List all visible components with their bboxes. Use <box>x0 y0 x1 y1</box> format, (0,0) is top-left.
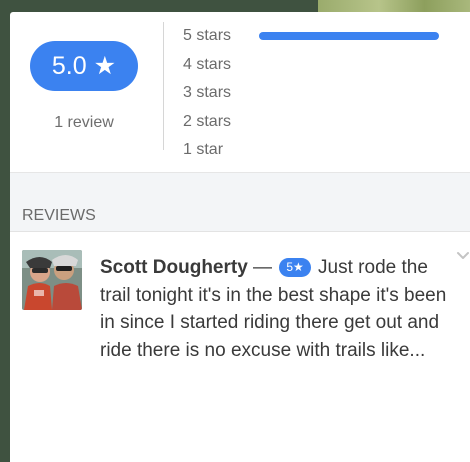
chevron-down-icon[interactable] <box>456 249 470 263</box>
review-count[interactable]: 1 review <box>30 114 138 132</box>
distribution-label: 1 star <box>183 141 224 159</box>
avatar[interactable] <box>22 250 82 310</box>
distribution-bar <box>259 61 439 69</box>
average-score-badge: 5.0 ★ <box>30 41 138 91</box>
distribution-row-3: 3 stars <box>183 79 470 108</box>
distribution-label: 2 stars <box>183 112 232 130</box>
distribution-bar-fill <box>259 32 439 41</box>
rating-distribution: 5 stars 4 stars 3 stars 2 stars 1 star <box>183 22 470 165</box>
author-separator: — <box>247 257 278 278</box>
review-item[interactable]: Scott Dougherty — 5★ Just rode the trail… <box>10 232 470 462</box>
distribution-row-5: 5 stars <box>183 22 470 51</box>
distribution-bar <box>259 32 439 41</box>
distribution-bar <box>259 89 439 97</box>
ratings-card: 5.0 ★ 1 review 5 stars 4 stars 3 stars 2… <box>10 12 470 462</box>
distribution-label: 5 stars <box>183 27 232 45</box>
distribution-label: 3 stars <box>183 84 232 102</box>
rating-summary: 5.0 ★ 1 review 5 stars 4 stars 3 stars 2… <box>10 12 470 172</box>
star-icon: ★ <box>93 51 117 80</box>
cover-photo-edge <box>318 0 470 12</box>
distribution-bar <box>259 146 439 154</box>
average-score: 5.0 <box>51 51 87 80</box>
distribution-bar <box>259 118 439 126</box>
review-body: Scott Dougherty — 5★ Just rode the trail… <box>100 254 450 364</box>
summary-divider <box>163 22 164 150</box>
section-separator <box>10 172 470 190</box>
distribution-row-4: 4 stars <box>183 51 470 80</box>
distribution-row-2: 2 stars <box>183 108 470 137</box>
reviews-heading: REVIEWS <box>22 207 96 224</box>
avatar-photo <box>22 250 82 310</box>
review-rating-badge: 5★ <box>279 258 311 277</box>
reviews-section-header: REVIEWS <box>10 189 470 232</box>
distribution-label: 4 stars <box>183 55 232 73</box>
review-author[interactable]: Scott Dougherty <box>100 257 248 278</box>
distribution-row-1: 1 star <box>183 136 470 165</box>
